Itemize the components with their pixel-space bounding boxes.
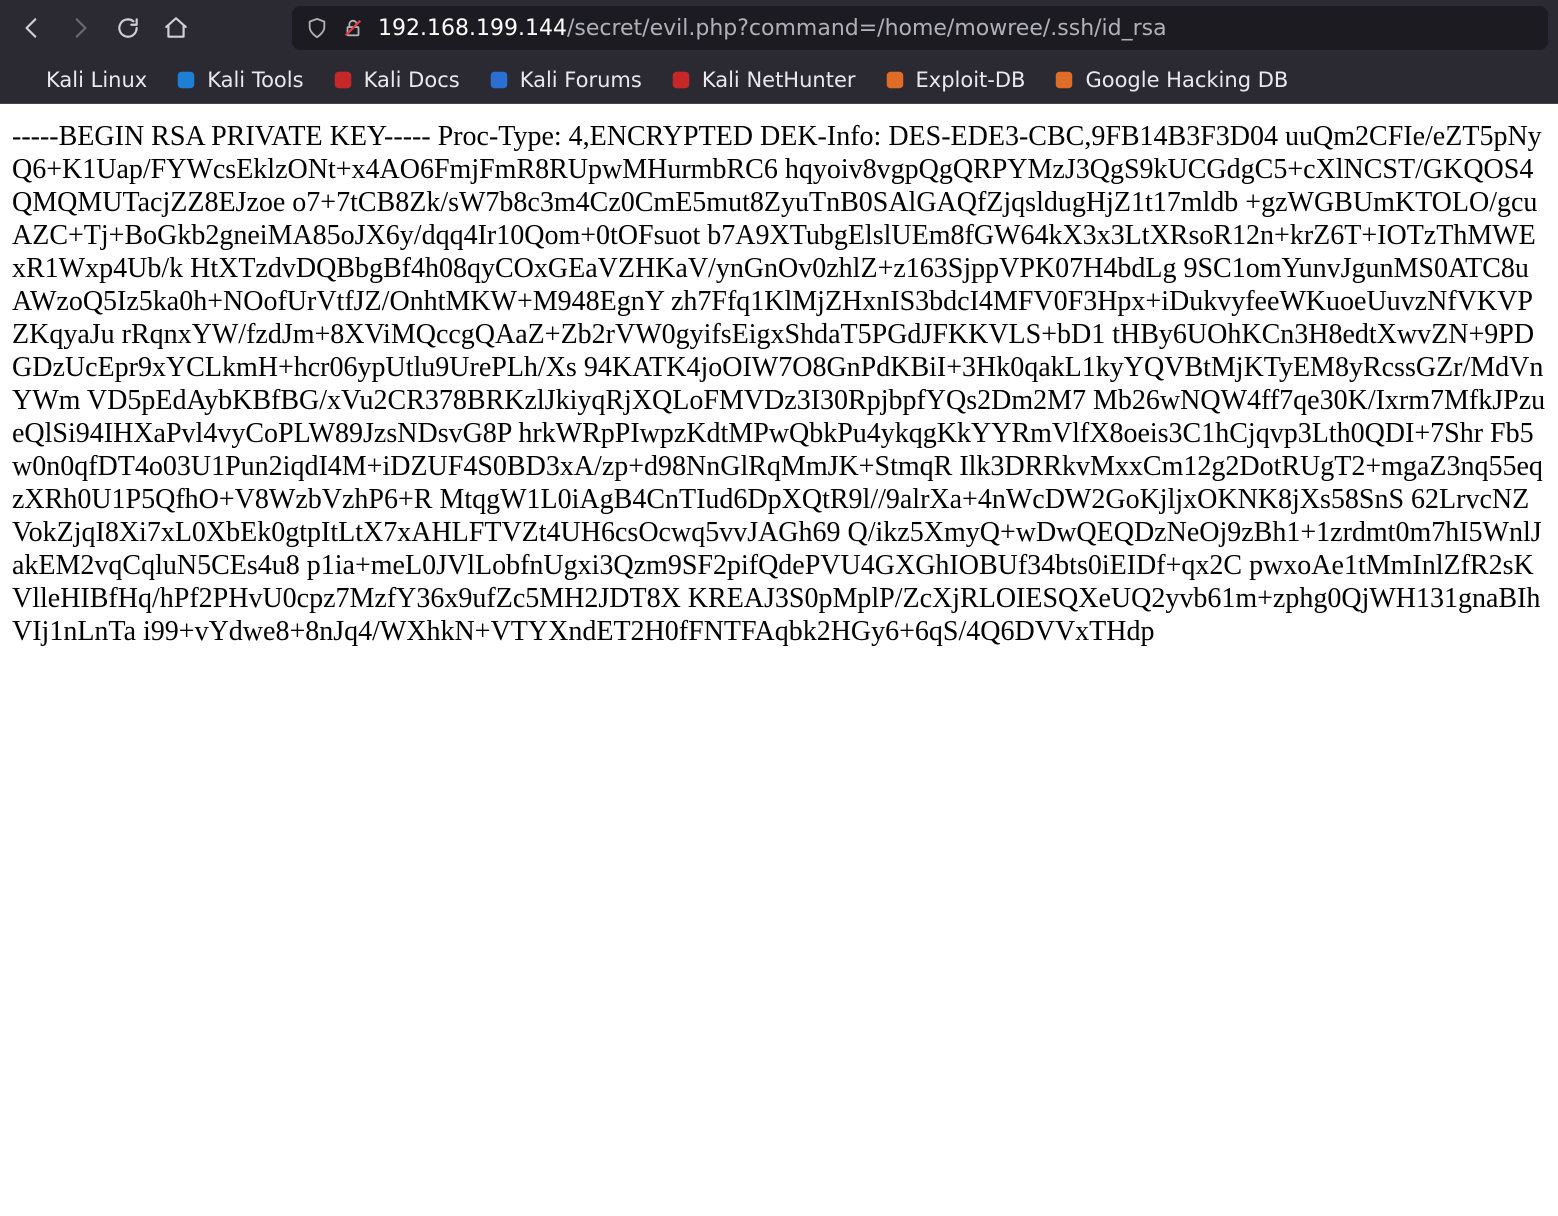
url-host: 192.168.199.144 [378, 16, 567, 41]
back-button[interactable] [10, 6, 54, 50]
url-text: 192.168.199.144/secret/evil.php?command=… [378, 16, 1167, 41]
ghdb-icon [1053, 69, 1075, 91]
bookmark-label: Kali Tools [207, 68, 303, 92]
page-content: -----BEGIN RSA PRIVATE KEY----- Proc-Typ… [0, 104, 1558, 1216]
bookmark-item[interactable]: Exploit-DB [884, 68, 1026, 92]
kali-tools-icon [175, 69, 197, 91]
bookmark-item[interactable]: Kali Tools [175, 68, 303, 92]
bookmark-label: Kali Forums [520, 68, 642, 92]
nethunter-icon [670, 69, 692, 91]
bookmarks-bar: Kali Linux Kali Tools Kali Docs Kali Forums… [0, 56, 1558, 104]
arrow-right-icon [67, 15, 93, 41]
bookmark-label: Kali Docs [364, 68, 460, 92]
reload-button[interactable] [106, 6, 150, 50]
url-path: /secret/evil.php?command=/home/mowree/.s… [567, 16, 1167, 41]
kali-forums-icon [488, 69, 510, 91]
insecure-lock-icon [342, 17, 364, 39]
bookmark-label: Kali NetHunter [702, 68, 856, 92]
bookmark-label: Kali Linux [46, 68, 147, 92]
home-button[interactable] [154, 6, 198, 50]
bookmark-item[interactable]: Kali Docs [332, 68, 460, 92]
home-icon [163, 15, 189, 41]
bookmark-label: Google Hacking DB [1085, 68, 1288, 92]
bookmark-item[interactable]: Kali Forums [488, 68, 642, 92]
forward-button[interactable] [58, 6, 102, 50]
exploitdb-icon [884, 69, 906, 91]
reload-icon [115, 15, 141, 41]
bookmark-item[interactable]: Kali NetHunter [670, 68, 856, 92]
bookmark-item[interactable]: Google Hacking DB [1053, 68, 1288, 92]
kali-docs-icon [332, 69, 354, 91]
bookmark-label: Exploit-DB [916, 68, 1026, 92]
browser-toolbar: 192.168.199.144/secret/evil.php?command=… [0, 0, 1558, 56]
arrow-left-icon [19, 15, 45, 41]
shield-icon [306, 17, 328, 39]
address-bar[interactable]: 192.168.199.144/secret/evil.php?command=… [292, 6, 1548, 50]
bookmark-item[interactable]: Kali Linux [14, 68, 147, 92]
kali-dragon-icon [14, 69, 36, 91]
